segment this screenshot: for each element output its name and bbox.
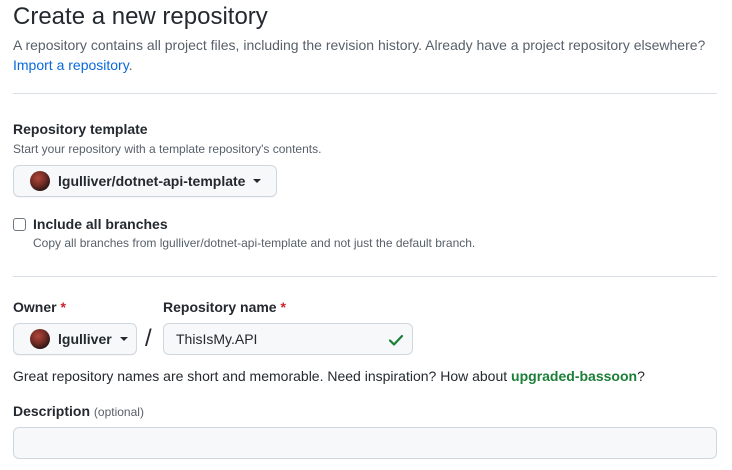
chevron-down-icon — [253, 179, 262, 183]
repo-name-input[interactable]: ThisIsMy.API — [163, 323, 413, 355]
repo-name-label-text: Repository name — [163, 299, 277, 315]
repo-name-required-mark: * — [280, 299, 286, 315]
check-icon — [388, 334, 404, 346]
description-label: Description (optional) — [13, 403, 144, 419]
repo-name-hint-prefix: Great repository names are short and mem… — [13, 368, 512, 384]
page-subtitle: A repository contains all project files,… — [13, 37, 706, 53]
description-label-text: Description — [13, 403, 91, 419]
import-repository-link[interactable]: Import a repository — [13, 57, 129, 73]
import-link-suffix: . — [128, 57, 133, 73]
owner-select-value: lgulliver — [58, 331, 112, 347]
suggested-name-link[interactable]: upgraded-bassoon — [511, 368, 637, 384]
repo-name-hint-suffix: ? — [637, 368, 645, 384]
template-note: Start your repository with a template re… — [13, 142, 322, 156]
section-divider-top — [13, 93, 717, 94]
description-optional-tag: (optional) — [93, 405, 144, 419]
repo-name-value: ThisIsMy.API — [176, 331, 258, 347]
include-all-branches-label[interactable]: Include all branches — [33, 216, 168, 232]
avatar-icon — [30, 171, 50, 191]
owner-select-button[interactable]: lgulliver — [13, 323, 137, 355]
description-input[interactable] — [13, 427, 717, 459]
import-repository-row: Import a repository. — [13, 57, 133, 73]
template-select-value: lgulliver/dotnet-api-template — [58, 173, 246, 189]
chevron-down-icon — [119, 337, 128, 341]
owner-repo-separator: / — [145, 325, 152, 352]
template-label: Repository template — [13, 121, 148, 137]
section-divider-middle — [13, 276, 717, 277]
owner-label: Owner * — [13, 299, 66, 315]
owner-label-text: Owner — [13, 299, 57, 315]
repo-name-hint: Great repository names are short and mem… — [13, 368, 645, 384]
owner-required-mark: * — [60, 299, 66, 315]
page-title: Create a new repository — [13, 3, 268, 30]
template-select-button[interactable]: lgulliver/dotnet-api-template — [13, 165, 277, 197]
avatar-icon — [30, 329, 50, 349]
repo-name-label: Repository name * — [163, 299, 286, 315]
include-all-branches-checkbox[interactable] — [13, 218, 26, 231]
include-all-branches-note: Copy all branches from lgulliver/dotnet-… — [33, 236, 476, 250]
